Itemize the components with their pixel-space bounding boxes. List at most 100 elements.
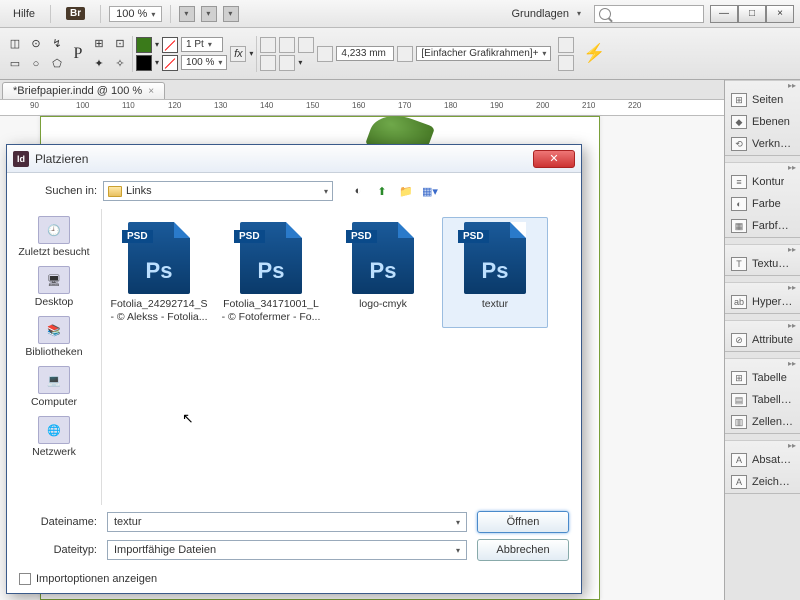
folder-icon — [108, 186, 122, 197]
panel-icon: ▦ — [731, 219, 747, 233]
panel-farbfelder[interactable]: ▦Farbfelder — [725, 215, 800, 237]
open-button[interactable]: Öffnen — [477, 511, 569, 533]
filetype-label: Dateityp: — [19, 544, 97, 556]
dimension-field[interactable]: 4,233 mm — [336, 46, 394, 61]
stroke-swatch[interactable] — [136, 55, 152, 71]
place-desktop[interactable]: 🖥 Desktop — [12, 263, 96, 311]
panel-verknpf[interactable]: ⟲Verknüpf... — [725, 133, 800, 155]
panel-dock: ▸▸⊞Seiten◆Ebenen⟲Verknüpf...▸▸≡Kontur◐Fa… — [724, 80, 800, 600]
screen-mode-button[interactable] — [201, 6, 217, 22]
panel-zeichenf[interactable]: A Zeichenf... — [725, 471, 800, 493]
place-label: Desktop — [12, 296, 96, 308]
psd-file-icon: PSDPs — [128, 222, 190, 294]
panel-icon: ≡ — [731, 175, 747, 189]
text-wrap-icon[interactable] — [317, 46, 333, 62]
panel-label: Kontur — [752, 176, 784, 188]
maximize-button[interactable]: □ — [738, 5, 766, 23]
panel-label: Ebenen — [752, 116, 790, 128]
file-name: Fotolia_24292714_S - © Alekss - Fotolia.… — [109, 298, 209, 323]
search-field[interactable] — [594, 5, 704, 23]
panel-label: Hyperlinks — [752, 296, 794, 308]
gpu-indicator-icon: ⚡ — [583, 43, 605, 64]
place-computer[interactable]: 💻Computer — [12, 363, 96, 411]
lookin-combo[interactable]: Links ▾ — [103, 181, 333, 201]
panel-tabelle[interactable]: ⊞ Tabelle — [725, 367, 800, 389]
bridge-launch-button[interactable]: Br — [59, 4, 92, 23]
help-menu[interactable]: Hilfe — [6, 5, 42, 23]
panel-label: Zeichenf... — [752, 476, 794, 488]
place-icon: 🖥 — [38, 266, 70, 294]
place-label: Zuletzt besucht — [12, 246, 96, 258]
place-bibliotheken[interactable]: 📚 Bibliotheken — [12, 313, 96, 361]
scale-pct-field[interactable]: 100 % — [181, 55, 227, 70]
panel-label: Tabelle — [752, 372, 787, 384]
document-tab[interactable]: *Briefpapier.indd @ 100 % × — [2, 82, 165, 99]
place-zuletzt-besucht[interactable]: 🕘Zuletzt besucht — [12, 213, 96, 261]
bridge-icon: Br — [66, 7, 85, 20]
place-netzwerk[interactable]: 🌐Netzwerk — [12, 413, 96, 461]
panel-farbe[interactable]: ◐Farbe — [725, 193, 800, 215]
panel-hyperlinks[interactable]: ab Hyperlinks — [725, 291, 800, 313]
stroke-weight-field[interactable]: 1 Pt — [181, 37, 223, 52]
panel-label: Textumfl... — [752, 258, 794, 270]
app-menubar: Hilfe Br 100 % Grundlagen — □ × — [0, 0, 800, 28]
close-button[interactable]: × — [766, 5, 794, 23]
place-icon: 🌐 — [38, 416, 70, 444]
indesign-icon: Id — [13, 151, 29, 167]
nav-back-button[interactable]: ◐ — [349, 182, 367, 200]
panel-zellenfor[interactable]: ▥Zellenfor... — [725, 411, 800, 433]
panel-icon: ab — [731, 295, 747, 309]
panel-icon: ⟲ — [731, 137, 747, 151]
panel-icon: ⊞ — [731, 371, 747, 385]
fill-swatch[interactable] — [136, 37, 152, 53]
filetype-combo[interactable]: Importfähige Dateien▾ — [107, 540, 467, 560]
object-style-combo[interactable]: [Einfacher Grafikrahmen]+ — [416, 46, 551, 61]
panel-kontur[interactable]: ≡ Kontur — [725, 171, 800, 193]
panel-textumfl[interactable]: TTextumfl... — [725, 253, 800, 275]
places-bar: 🕘Zuletzt besucht 🖥 Desktop 📚 Bibliotheken 💻Co… — [7, 209, 101, 505]
panel-label: Seiten — [752, 94, 783, 106]
horizontal-ruler: 9010011012013014015016017018019020021022… — [0, 100, 800, 116]
panel-tabellenf[interactable]: ▤Tabellenf... — [725, 389, 800, 411]
panel-seiten[interactable]: ⊞ Seiten — [725, 89, 800, 111]
place-icon: 📚 — [38, 316, 70, 344]
panel-label: Absatzfor... — [752, 454, 794, 466]
minimize-button[interactable]: — — [710, 5, 738, 23]
panel-ebenen[interactable]: ◆ Ebenen — [725, 111, 800, 133]
zoom-level-combo[interactable]: 100 % — [109, 6, 162, 22]
stroke-style[interactable] — [162, 37, 178, 53]
panel-icon: A — [731, 475, 747, 489]
import-options-label: Importoptionen anzeigen — [36, 573, 157, 585]
cancel-button[interactable]: Abbrechen — [477, 539, 569, 561]
filename-combo[interactable]: textur▾ — [107, 512, 467, 532]
file-name: Fotolia_34171001_L - © Fotofermer - Fo..… — [221, 298, 321, 323]
file-item[interactable]: PSDPs Fotolia_34171001_L - © Fotofermer -… — [218, 217, 324, 328]
view-options-button[interactable] — [179, 6, 195, 22]
panel-absatzfor[interactable]: AAbsatzfor... — [725, 449, 800, 471]
file-item[interactable]: PSDPs Fotolia_24292714_S - © Alekss - Fot… — [106, 217, 212, 328]
panel-icon: ⊞ — [731, 93, 747, 107]
dialog-titlebar[interactable]: Id Platzieren ✕ — [7, 145, 581, 173]
panel-icon: ◆ — [731, 115, 747, 129]
import-options-checkbox[interactable] — [19, 573, 31, 585]
psd-file-icon: PSDPs — [352, 222, 414, 294]
control-bar: ◫⊙↯ ▭○⬠ P ⊞⊡ ✦✧ ▾ ▾ 1 Pt 100 % fx ▾ ▾ 4,… — [0, 28, 800, 80]
place-label: Bibliotheken — [12, 346, 96, 358]
close-tab-icon[interactable]: × — [148, 86, 154, 97]
panel-icon: ◐ — [731, 197, 747, 211]
nav-up-button[interactable]: ⬆ — [373, 182, 391, 200]
file-list[interactable]: PSDPs Fotolia_24292714_S - © Alekss - Fot… — [101, 209, 581, 505]
arrange-documents-button[interactable] — [223, 6, 239, 22]
file-item[interactable]: PSDPstextur — [442, 217, 548, 328]
fx-button[interactable]: fx — [230, 46, 246, 62]
panel-icon: ▥ — [731, 415, 747, 429]
workspace-switcher[interactable]: Grundlagen — [504, 5, 588, 23]
file-item[interactable]: PSDPslogo-cmyk — [330, 217, 436, 328]
dialog-close-button[interactable]: ✕ — [533, 150, 575, 168]
nav-newfolder-button[interactable]: 📁 — [397, 182, 415, 200]
current-folder-name: Links — [126, 185, 152, 197]
panel-attribute[interactable]: ⊘Attribute — [725, 329, 800, 351]
nav-viewmenu-button[interactable]: ▦▾ — [421, 182, 439, 200]
corner-options-icon[interactable] — [397, 46, 413, 62]
psd-file-icon: PSDPs — [240, 222, 302, 294]
